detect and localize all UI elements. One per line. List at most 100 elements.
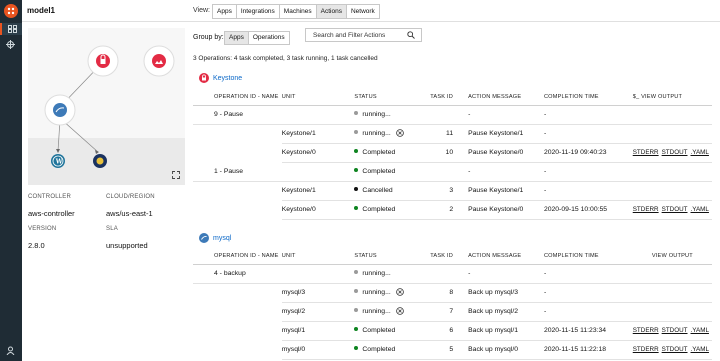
topology-panel[interactable]: W — [28, 28, 185, 185]
status-dot-icon — [354, 187, 359, 191]
stdout-link[interactable]: STDOUT — [662, 149, 688, 156]
col-completion-time: COMPLETION TIME — [543, 248, 633, 265]
topology-diagram: W — [44, 45, 175, 168]
wordpress-app-icon[interactable]: W — [51, 154, 65, 168]
haproxy-app-icon[interactable] — [93, 154, 107, 168]
task-id-cell — [430, 264, 464, 284]
yaml-link[interactable]: .YAML — [691, 346, 709, 353]
action-message-cell: Back up mysql/1 — [463, 321, 544, 341]
cloud-label: CLOUD/REGION — [106, 194, 155, 200]
stdout-link[interactable]: STDOUT — [662, 346, 688, 353]
table-row: 9 - Pause running... - - — [193, 105, 712, 125]
operation-cell — [193, 143, 282, 162]
view-output-cell: STDERR STDOUT .YAML — [632, 340, 712, 360]
status-dot-icon — [354, 149, 359, 153]
operation-cell — [193, 302, 282, 321]
juju-logo-icon[interactable] — [4, 4, 18, 18]
view-output-cell — [632, 283, 712, 303]
table-row: Keystone/1 Cancelled 3 Pause Keystone/1- — [193, 181, 712, 201]
completion-time-cell: 2020-11-15 11:23:34 — [543, 321, 633, 341]
group-operations-button[interactable]: Operations — [249, 32, 289, 44]
mysql-app-icon[interactable] — [44, 94, 76, 126]
nav-controllers-icon[interactable] — [0, 38, 22, 50]
completion-time-cell: - — [543, 162, 633, 182]
col-action-message: ACTION MESSAGE — [463, 248, 544, 265]
expand-icon[interactable] — [172, 171, 180, 181]
status-text: Completed — [362, 327, 396, 334]
col-task-id: TASK ID — [430, 89, 464, 106]
action-message-cell: Pause Keystone/0 — [463, 143, 544, 163]
group-apps-button[interactable]: Apps — [225, 32, 249, 44]
status-dot-icon — [354, 168, 359, 172]
status-cell: running... — [354, 283, 431, 303]
stderr-link[interactable]: STDERR — [633, 346, 659, 353]
view-output-cell — [632, 162, 712, 182]
keystone-app-name[interactable]: Keystone — [213, 75, 242, 82]
operation-cell: 1 - Pause — [193, 162, 282, 182]
unit-cell — [281, 264, 355, 284]
tab-actions[interactable]: Actions — [316, 5, 347, 18]
view-output-cell: STDERR STDOUT .YAML — [632, 143, 712, 163]
task-id-cell: 7 — [430, 302, 464, 322]
mysql-icon — [199, 233, 209, 243]
stderr-link[interactable]: STDERR — [633, 206, 659, 213]
sla-label: SLA — [106, 226, 118, 232]
completion-time-cell: - — [543, 264, 633, 284]
mysql-app-name[interactable]: mysql — [213, 235, 231, 242]
cancel-action-icon[interactable] — [395, 287, 404, 298]
operation-cell — [193, 283, 282, 302]
stderr-link[interactable]: STDERR — [633, 149, 659, 156]
action-message-cell: - — [463, 162, 544, 182]
header-bar: model1 View: Apps Integrations Machines … — [22, 0, 720, 22]
view-output-cell: STDERR STDOUT .YAML — [632, 321, 712, 341]
tab-network[interactable]: Network — [347, 5, 379, 18]
tab-machines[interactable]: Machines — [280, 5, 317, 18]
col-view-output: VIEW OUTPUT — [632, 248, 712, 265]
tab-apps[interactable]: Apps — [213, 5, 237, 18]
tab-integrations[interactable]: Integrations — [237, 5, 280, 18]
status-text: Cancelled — [362, 187, 393, 194]
keystone-app-icon[interactable] — [87, 45, 119, 77]
action-message-cell: Back up mysql/0 — [463, 340, 544, 360]
status-cell: Completed — [354, 162, 431, 182]
completion-time-cell: - — [543, 283, 633, 303]
stdout-link[interactable]: STDOUT — [662, 206, 688, 213]
stderr-link[interactable]: STDERR — [633, 327, 659, 334]
completion-time-cell: 2020-11-19 09:40:23 — [543, 143, 633, 163]
view-output-cell — [632, 302, 712, 322]
completion-time-cell: - — [543, 105, 633, 125]
col-unit: UNIT — [281, 248, 355, 265]
operation-cell — [193, 321, 282, 340]
task-id-cell: 2 — [430, 200, 464, 220]
table-row: Keystone/0 Completed 2 Pause Keystone/0 2020… — [193, 200, 712, 220]
keystone-app-header: Keystone — [199, 73, 242, 83]
view-output-cell — [632, 264, 712, 284]
table-row: mysql/3 running... 8 Back up mysql/3- — [193, 283, 712, 303]
controller-label: CONTROLLER — [28, 194, 72, 200]
user-icon[interactable] — [6, 346, 15, 357]
unit-cell: Keystone/0 — [281, 143, 355, 163]
unit-cell — [281, 162, 355, 182]
operations-summary: 3 Operations: 4 task completed, 3 task r… — [193, 55, 378, 62]
nav-models-icon[interactable] — [0, 23, 22, 35]
cancel-action-icon[interactable] — [395, 128, 404, 139]
col-status: STATUS — [354, 89, 431, 106]
search-input[interactable]: Search and Filter Actions — [305, 28, 422, 42]
side-rail — [0, 0, 22, 361]
search-icon[interactable] — [407, 31, 415, 41]
yaml-link[interactable]: .YAML — [691, 327, 709, 334]
table-row: Keystone/0 Completed 10 Pause Keystone/0 202… — [193, 143, 712, 163]
status-text: Completed — [362, 168, 396, 175]
yaml-link[interactable]: .YAML — [691, 149, 709, 156]
image-app-icon[interactable] — [143, 45, 175, 77]
completion-time-cell: - — [543, 302, 633, 322]
status-cell: Completed — [354, 340, 431, 360]
operation-name: 4 - backup — [214, 270, 246, 277]
stdout-link[interactable]: STDOUT — [662, 327, 688, 334]
yaml-link[interactable]: .YAML — [691, 206, 709, 213]
unit-cell — [281, 105, 355, 125]
task-id-cell: 6 — [430, 321, 464, 341]
cancel-action-icon[interactable] — [395, 306, 404, 317]
unit-cell: mysql/1 — [281, 321, 355, 341]
action-message-cell: Pause Keystone/1 — [463, 124, 544, 144]
